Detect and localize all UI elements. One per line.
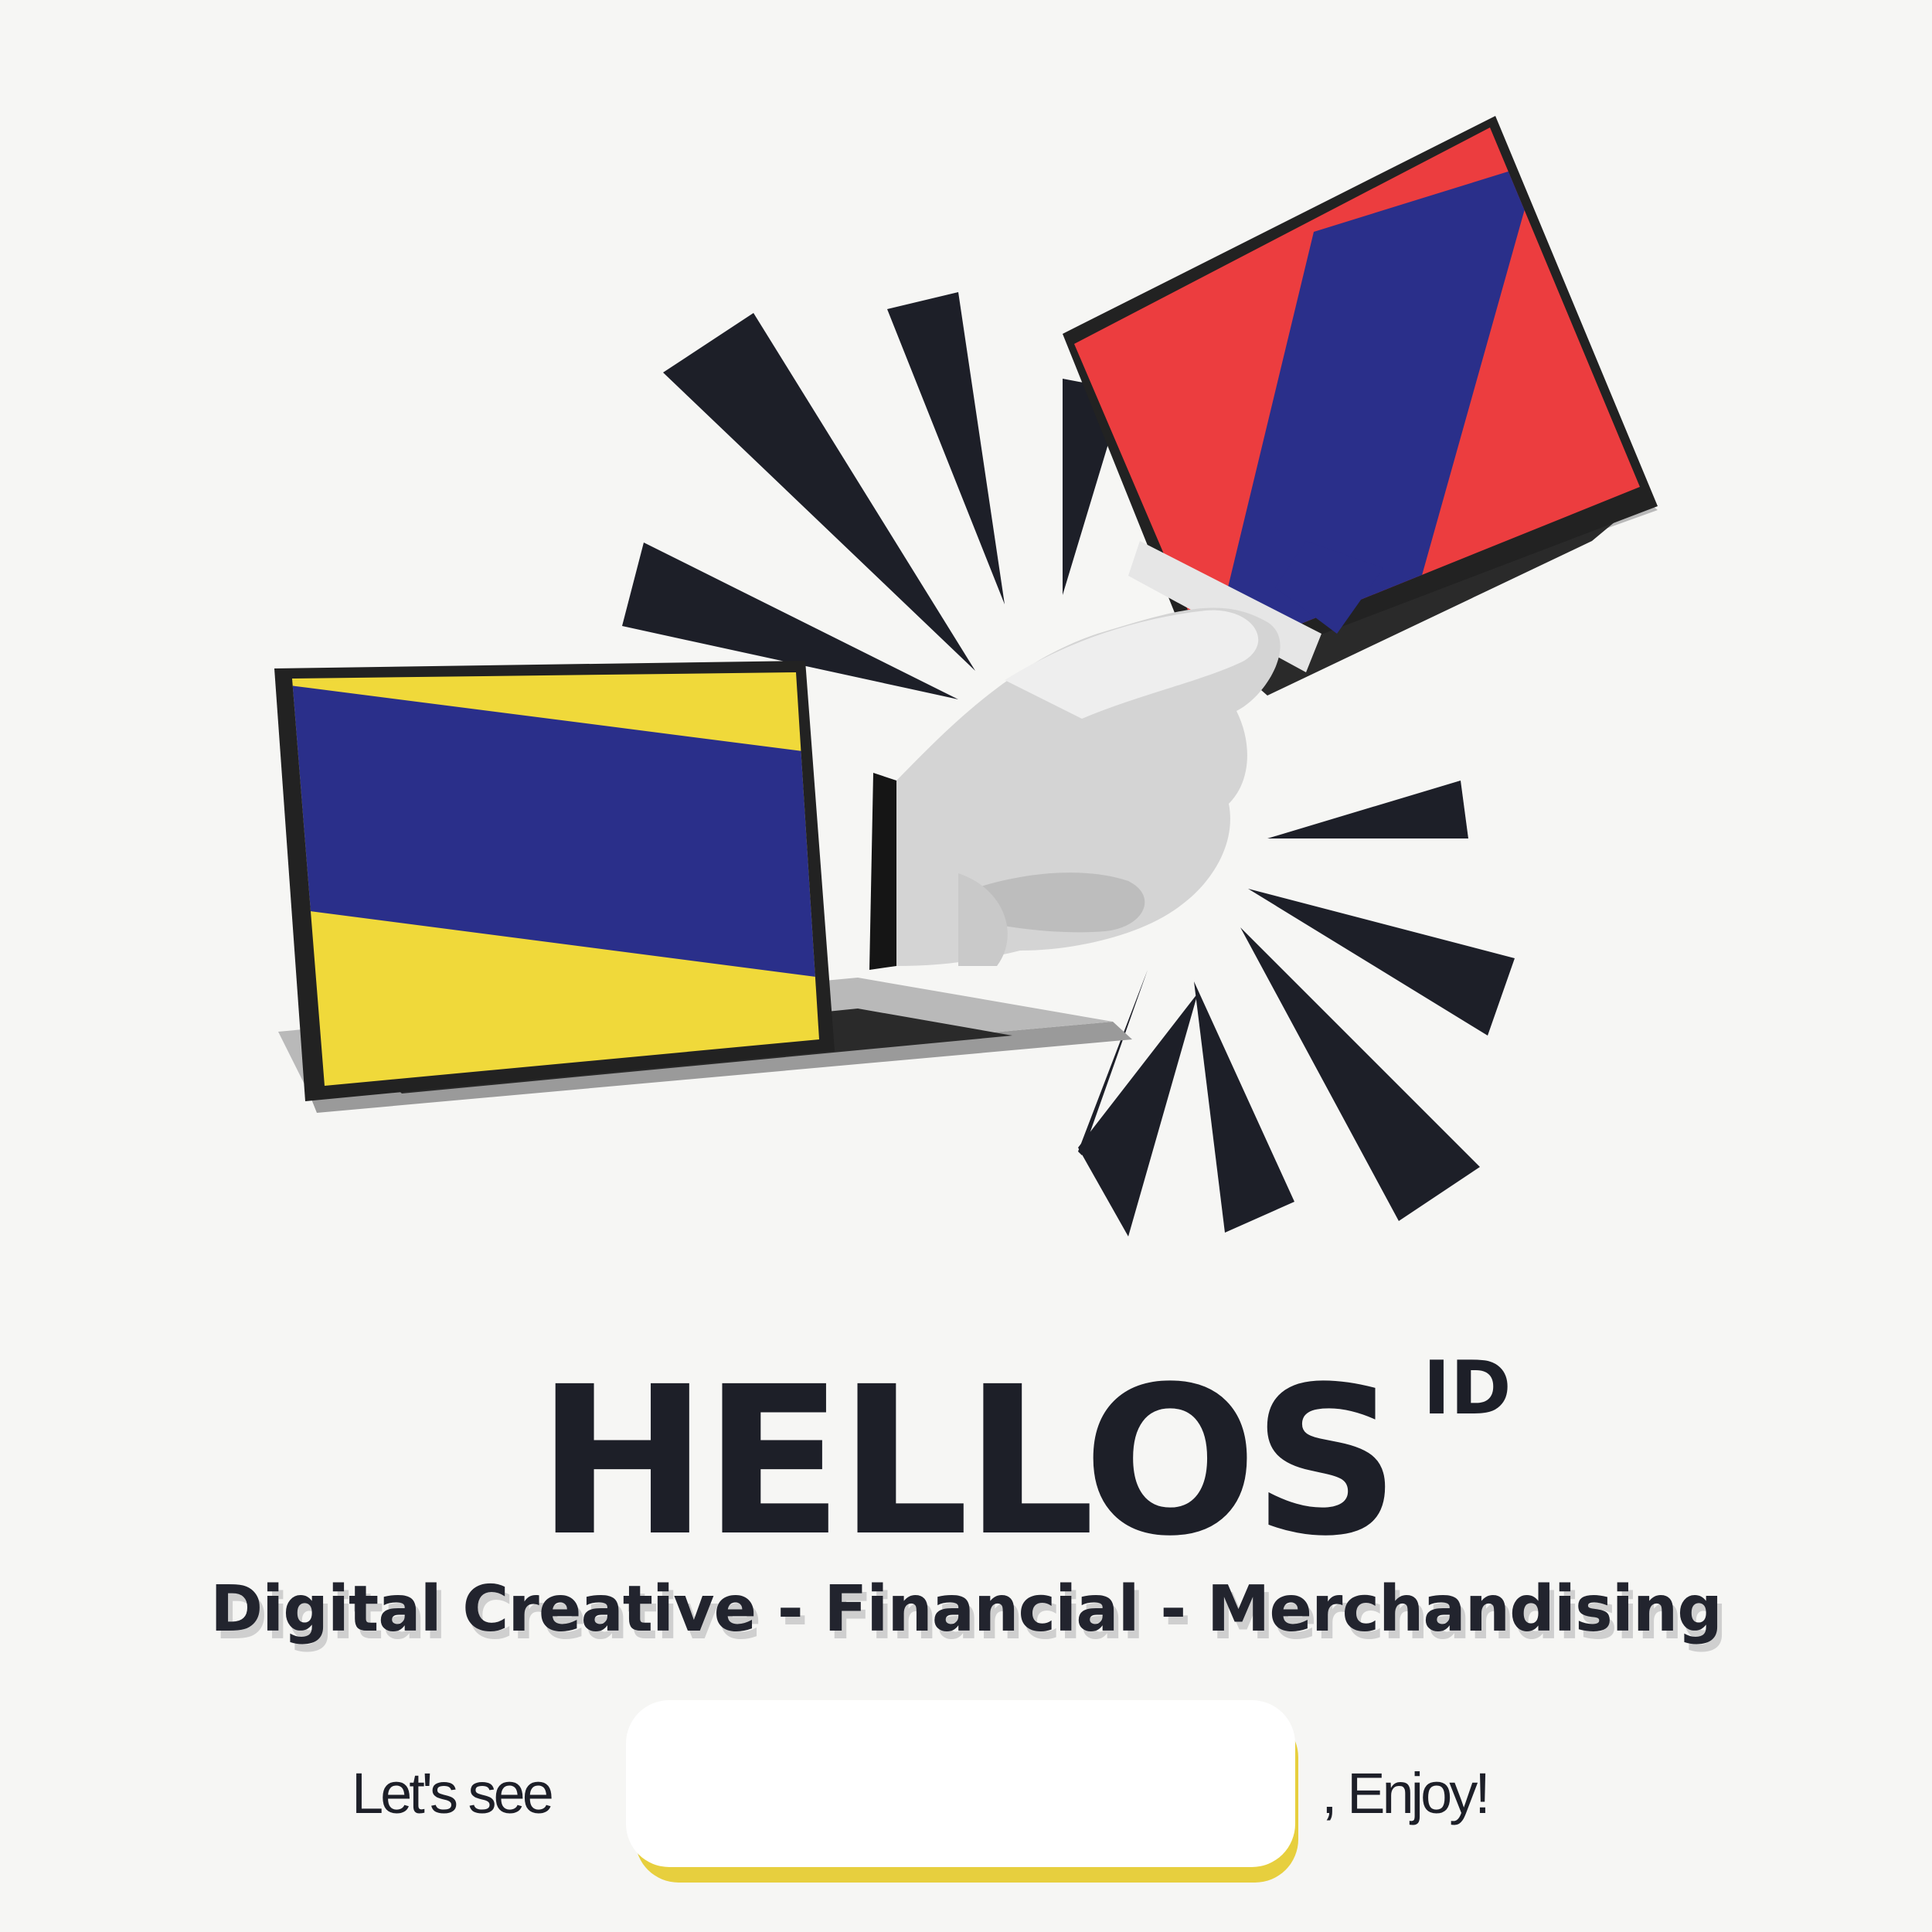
brand-logo: HELLOS ID (0, 1352, 1932, 1565)
brand-name-text: HELLOS (536, 1343, 1400, 1581)
handshake-illustration (274, 116, 1658, 1236)
brand-name: HELLOS ID (536, 1352, 1511, 1565)
brand-superscript: ID (1423, 1346, 1512, 1431)
name-input[interactable] (626, 1700, 1295, 1867)
tagline: Digital Creative - Financial - Merchandi… (210, 1573, 1723, 1646)
laptop-right-icon (1063, 116, 1658, 696)
cta-prefix: Let's see (352, 1761, 554, 1825)
cta-suffix: , Enjoy! (1321, 1761, 1491, 1825)
